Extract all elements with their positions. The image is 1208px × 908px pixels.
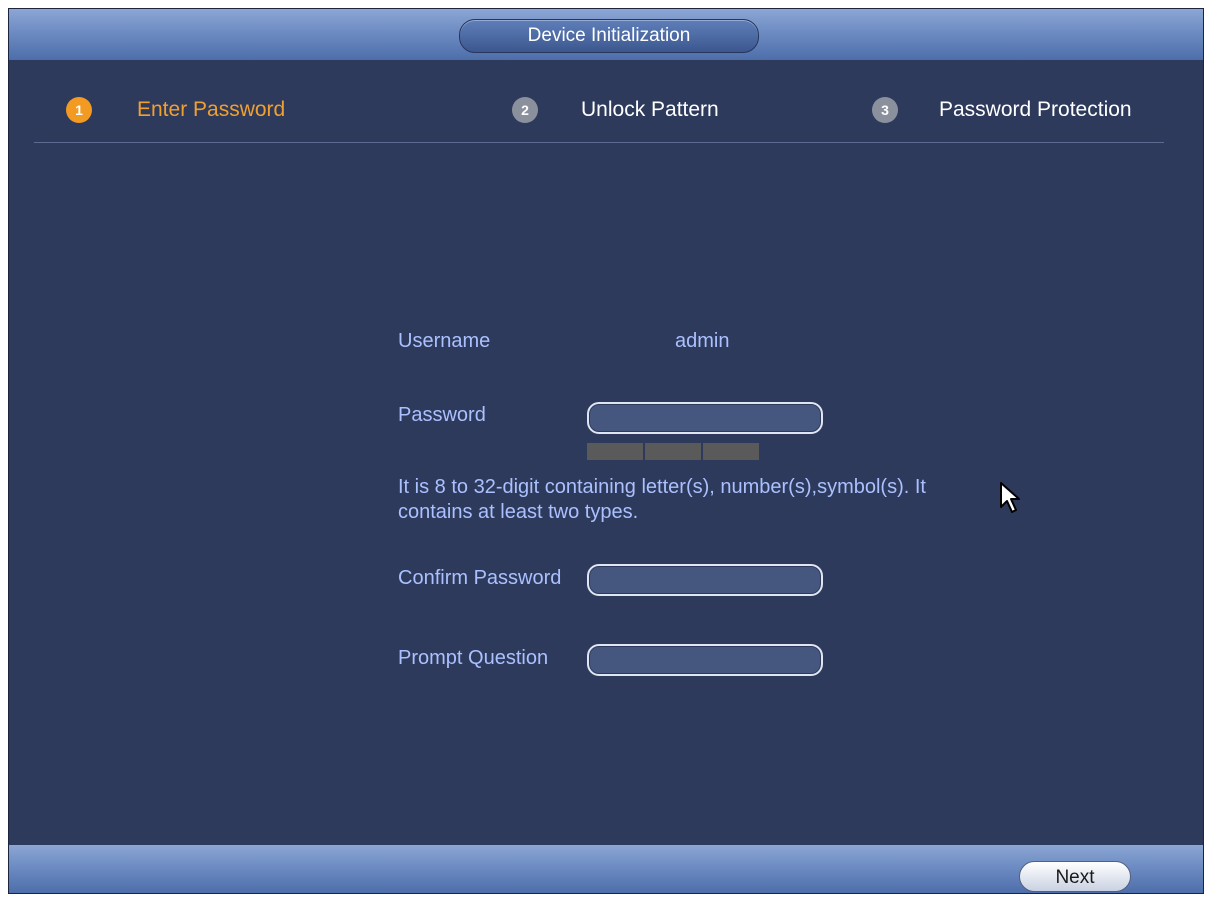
bottom-bar: Next [9,845,1203,893]
confirm-password-label: Confirm Password [398,567,562,589]
step-1-number-badge: 1 [66,97,92,123]
step-2-number-badge: 2 [512,97,538,123]
password-label: Password [398,404,486,426]
prompt-question-input[interactable] [587,644,823,676]
device-initialization-window: Device Initialization 1 Enter Password 2… [8,8,1204,894]
header-divider [34,142,1164,143]
step-3-number-badge: 3 [872,97,898,123]
next-button[interactable]: Next [1019,861,1131,892]
strength-segment-weak [587,443,643,460]
step-1-label: Enter Password [137,98,286,121]
password-input[interactable] [587,402,823,434]
title-bar: Device Initialization [9,9,1203,60]
step-2-label: Unlock Pattern [581,98,719,121]
password-requirements-hint: It is 8 to 32-digit containing letter(s)… [398,476,926,523]
window-title: Device Initialization [459,19,759,53]
strength-segment-medium [645,443,701,460]
step-indicator: 1 Enter Password 2 Unlock Pattern 3 Pass… [9,89,1203,129]
mouse-pointer-icon [1000,482,1020,513]
strength-segment-strong [703,443,759,460]
step-3-label: Password Protection [939,98,1132,121]
username-value: admin [675,330,730,352]
prompt-question-label: Prompt Question [398,647,549,669]
username-label: Username [398,330,491,352]
confirm-password-input[interactable] [587,564,823,596]
